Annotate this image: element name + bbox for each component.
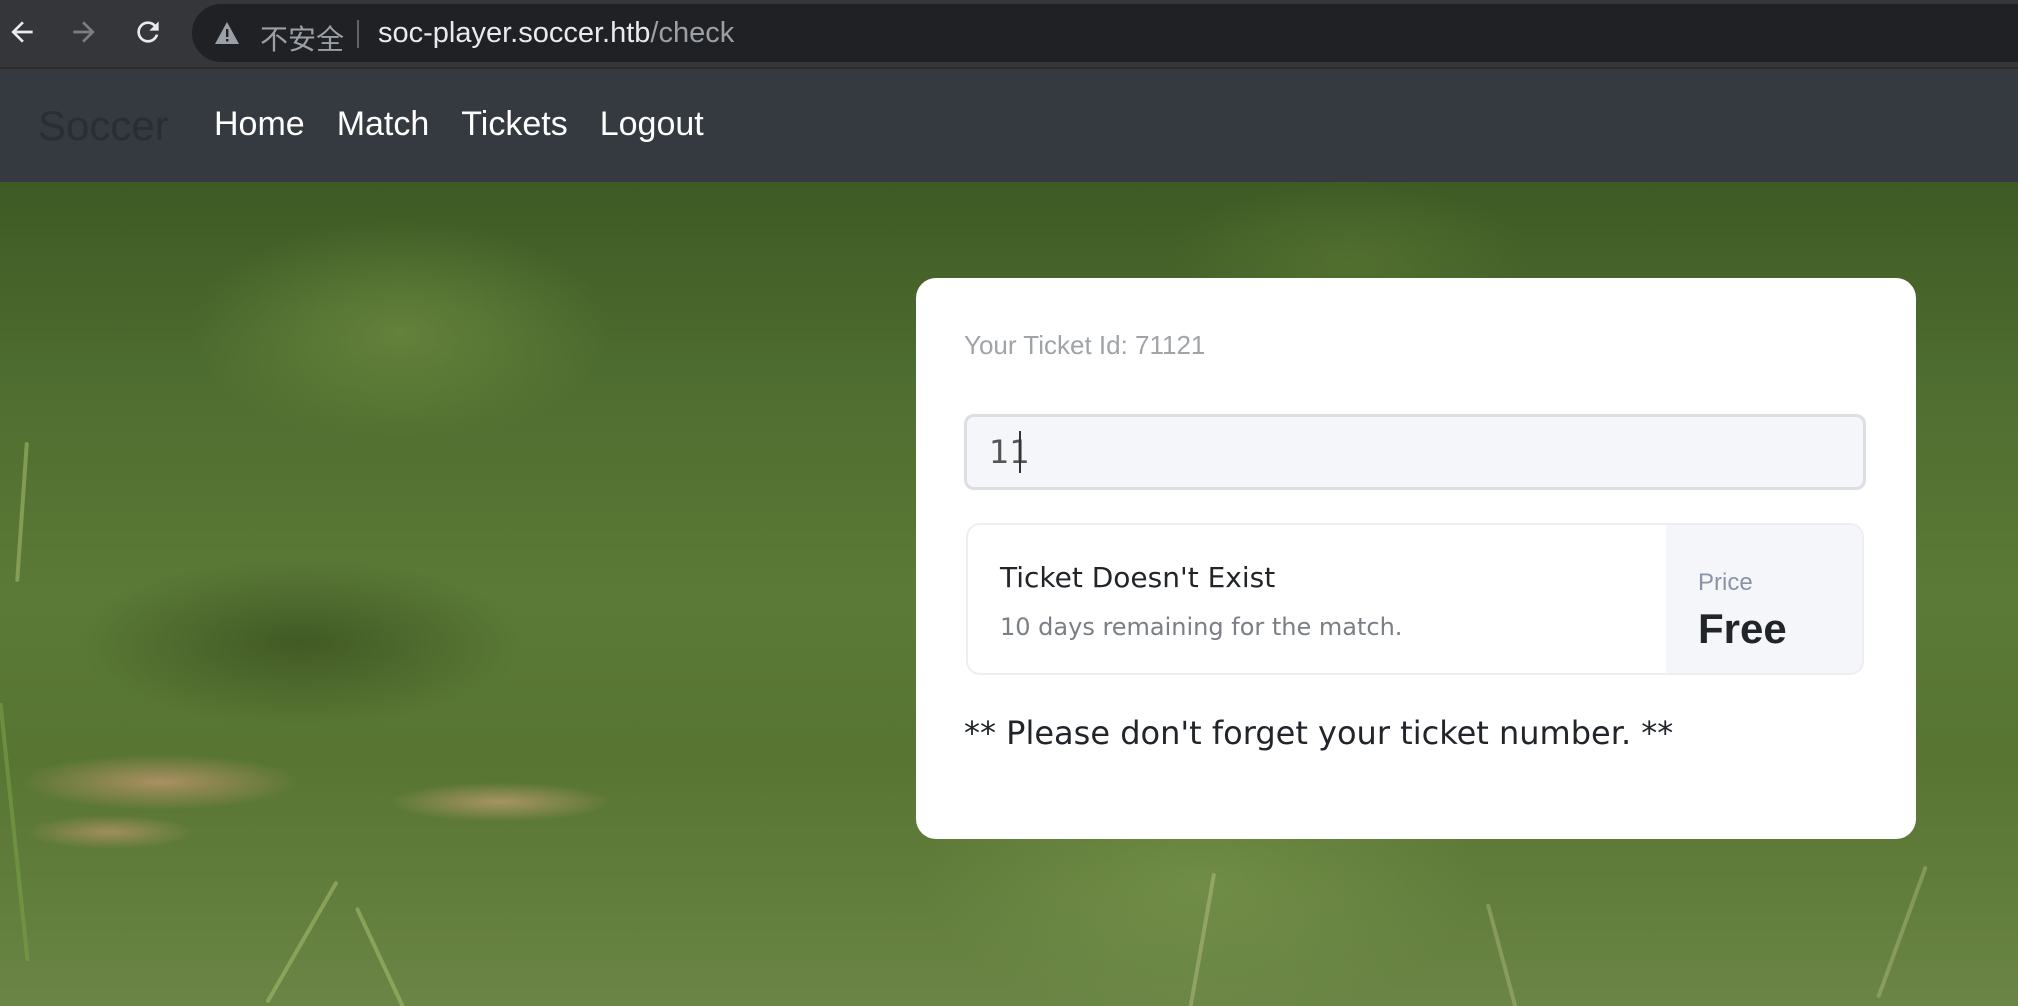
omnibox-divider [357,20,359,48]
price-value: Free [1698,605,1787,652]
ticket-check-card: Your Ticket Id: 71121 Ticket Doesn't Exi… [916,278,1916,839]
nav-link-match[interactable]: Match [337,105,430,144]
warning-icon[interactable] [214,21,240,45]
ticket-result-box: Ticket Doesn't Exist 10 days remaining f… [966,523,1864,675]
result-subtitle: 10 days remaining for the match. [1000,613,1403,641]
forward-arrow-icon[interactable] [64,12,104,52]
nav-link-tickets[interactable]: Tickets [461,105,567,144]
address-bar[interactable]: 不安全 soc-player.soccer.htb/check [192,4,2018,62]
text-caret [1019,431,1021,473]
result-title: Ticket Doesn't Exist [1000,561,1276,594]
security-status[interactable]: 不安全 [260,18,344,58]
brand-logo[interactable]: Soccer [38,102,169,150]
url-text[interactable]: soc-player.soccer.htb/check [378,17,734,50]
price-label: Price [1698,569,1753,596]
nav-links: Home Match Tickets Logout [214,105,736,144]
site-navbar: Soccer Home Match Tickets Logout [0,69,2018,182]
ticket-reminder-note: ** Please don't forget your ticket numbe… [964,714,1674,752]
ticket-search-input[interactable] [964,414,1866,490]
price-pane: Price Free [1666,525,1862,673]
reload-icon[interactable] [128,12,168,52]
url-host: soc-player.soccer.htb [378,17,651,49]
ticket-id-label: Your Ticket Id: 71121 [964,330,1206,360]
url-path: /check [650,17,735,49]
browser-toolbar: 不安全 soc-player.soccer.htb/check [0,0,2018,69]
back-arrow-icon[interactable] [2,12,42,52]
nav-link-home[interactable]: Home [214,105,305,144]
nav-link-logout[interactable]: Logout [600,105,704,144]
